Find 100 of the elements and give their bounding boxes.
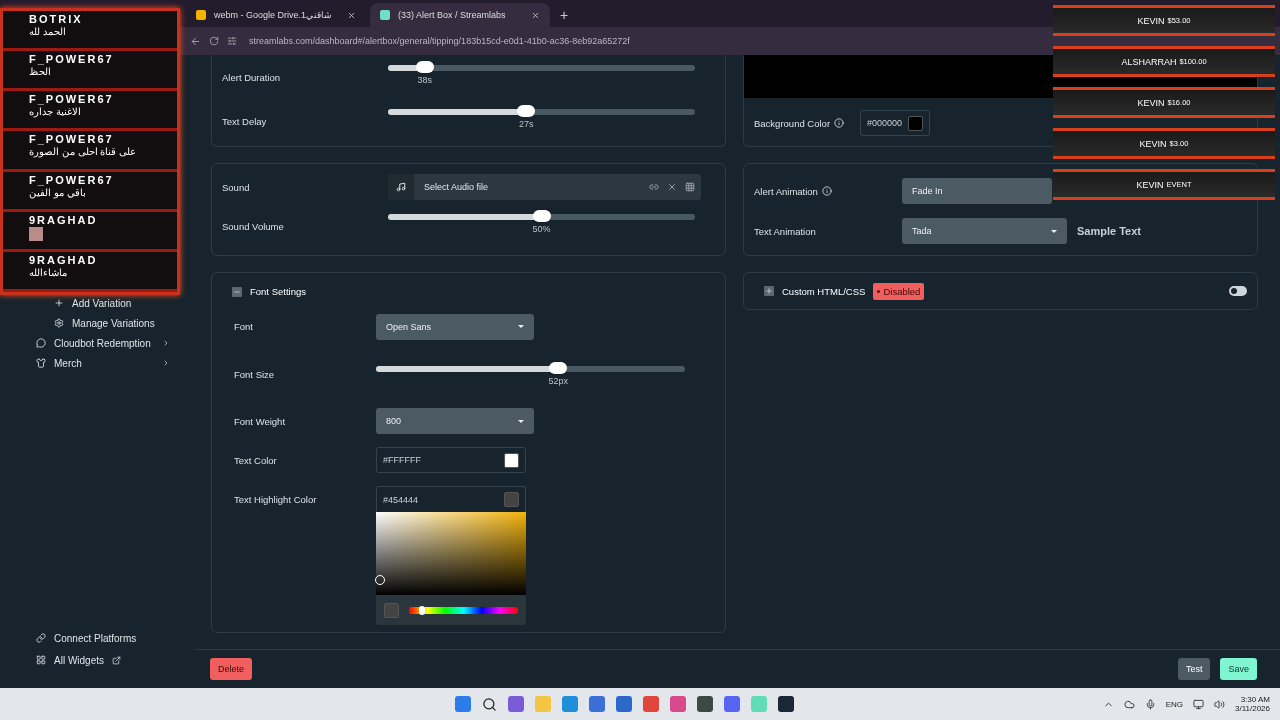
link-icon[interactable]: [649, 182, 659, 192]
clock-date: 3/11/2026: [1235, 704, 1270, 713]
browser-tab[interactable]: webm - Google Drive.1شاقني: [186, 3, 366, 27]
field-label: Sound: [222, 181, 251, 193]
volume-icon[interactable]: [1214, 698, 1225, 710]
color-field[interactable]: #FFFFFF: [376, 447, 526, 474]
taskbar-app-icon[interactable]: [778, 696, 794, 712]
supporter-name: F_POWER67: [29, 53, 115, 66]
donor-name: KEVIN: [1137, 97, 1165, 108]
site-settings-icon[interactable]: [227, 36, 237, 46]
field-label: Sound Volume: [222, 220, 285, 232]
close-icon[interactable]: [347, 10, 356, 20]
slider-handle[interactable]: [549, 362, 568, 374]
cloud-icon[interactable]: [1123, 698, 1135, 710]
tab-favicon-icon: [196, 10, 206, 20]
slider-value: 50%: [532, 224, 551, 234]
taskbar-app-icon[interactable]: [697, 696, 713, 712]
reload-icon[interactable]: [209, 36, 219, 46]
test-button[interactable]: Test: [1177, 658, 1211, 680]
section-title: Font Settings: [250, 286, 306, 298]
donor-name: ALSHARRAH: [1121, 56, 1177, 67]
field-label: Text Highlight Color: [233, 493, 318, 506]
tab-favicon-icon: [380, 10, 390, 20]
hue-handle[interactable]: [419, 605, 426, 615]
supporter-message: باقي مو الفين: [29, 186, 87, 198]
supporter-name: F_POWER67: [29, 173, 115, 186]
sidebar-item[interactable]: Merch: [0, 355, 195, 371]
link-icon: [36, 633, 46, 643]
dropdown[interactable]: Tada: [902, 218, 1067, 244]
supporter-message: على قناة احلى من الصورة: [29, 146, 138, 158]
color-preview: [384, 602, 399, 618]
supporter-message: الحظ: [29, 66, 52, 78]
field-label: Text Delay: [222, 115, 268, 127]
slider-value: 38s: [417, 75, 433, 85]
gear-icon: [54, 318, 64, 328]
microphone-icon[interactable]: [1144, 698, 1156, 710]
supporter-name: F_POWER67: [29, 133, 115, 146]
section-title: Custom HTML/CSS: [782, 285, 866, 297]
save-button[interactable]: Save: [1220, 658, 1257, 680]
field-label: Font: [233, 321, 254, 333]
hue-slider[interactable]: [409, 606, 518, 614]
field-label: Alert Duration: [222, 71, 282, 83]
supporter-name: F_POWER67: [29, 93, 115, 106]
new-tab-button[interactable]: +: [554, 7, 575, 27]
start-icon[interactable]: [455, 696, 471, 712]
sidebar-link[interactable]: All Widgets: [0, 652, 195, 668]
field-label: Text Animation: [754, 225, 817, 237]
info-icon[interactable]: [821, 186, 832, 196]
audio-file-field[interactable]: Select Audio file: [388, 174, 701, 200]
search-icon[interactable]: [482, 696, 497, 712]
close-icon[interactable]: [667, 182, 677, 192]
minus-icon[interactable]: [232, 286, 242, 297]
plus-icon: [54, 298, 64, 308]
dropdown[interactable]: Fade In: [902, 178, 1052, 204]
delete-button[interactable]: Delete: [210, 658, 252, 680]
donor-name: KEVIN: [1137, 15, 1165, 26]
field-label: Text Color: [233, 454, 278, 466]
music-note-icon: [396, 182, 406, 192]
back-icon[interactable]: [190, 35, 201, 47]
plus-icon[interactable]: [764, 286, 774, 296]
field-label: Alert Animation: [754, 185, 892, 197]
toggle-switch[interactable]: [1229, 286, 1247, 296]
slider-value: 27s: [518, 119, 534, 129]
supporter-name: 9RAGHAD: [29, 253, 99, 266]
close-icon[interactable]: [531, 10, 540, 20]
field-label: Font Weight: [233, 415, 287, 427]
color-picker[interactable]: [376, 512, 526, 626]
shirt-icon: [36, 358, 46, 368]
sidebar-link[interactable]: Connect Platforms: [0, 630, 195, 646]
sample-text: Sample Text: [1077, 225, 1141, 237]
supporter-name: 9RAGHAD: [29, 213, 99, 226]
clock-time: 3:30 AM: [1240, 695, 1270, 704]
status-badge: Disabled: [873, 282, 925, 300]
supporter-message: الاغنية جداره: [29, 106, 82, 118]
color-field[interactable]: #000000: [860, 110, 930, 136]
donor-name: KEVIN: [1136, 179, 1164, 190]
slider-handle[interactable]: [415, 61, 434, 73]
url-field[interactable]: streamlabs.com/dashboard#/alertbox/general/tipping/183b15cd-e0d1-41b0-ac36-8eb92a65272f: [249, 36, 630, 46]
browser-tab[interactable]: (33) Alert Box / Streamlabs: [370, 3, 550, 27]
info-icon[interactable]: [834, 118, 845, 128]
supporter-name: BOTRIX: [29, 13, 84, 25]
slider-value: 52px: [548, 376, 569, 386]
grid-icon: [36, 655, 46, 665]
field-label: Background Color: [754, 117, 850, 129]
sidebar-item[interactable]: Cloudbot Redemption: [0, 335, 195, 351]
supporter-message: الحمد لله: [29, 26, 67, 37]
dropdown[interactable]: 800: [376, 408, 534, 435]
monitor-icon[interactable]: [1193, 698, 1204, 710]
grid-icon[interactable]: [685, 182, 695, 192]
supporter-message: ماشاءالله: [29, 266, 68, 278]
sidebar-item[interactable]: Manage Variations: [0, 315, 195, 331]
language-indicator[interactable]: ENG: [1165, 699, 1183, 709]
avatar-placeholder: [29, 226, 43, 241]
slider-handle[interactable]: [532, 210, 551, 222]
field-label: Font Size: [233, 368, 276, 380]
dropdown[interactable]: Open Sans: [376, 313, 534, 340]
chat-bubble-icon: [36, 338, 46, 348]
slider-handle[interactable]: [517, 105, 536, 117]
donor-name: KEVIN: [1139, 138, 1167, 149]
sidebar-item[interactable]: Add Variation: [0, 295, 195, 311]
